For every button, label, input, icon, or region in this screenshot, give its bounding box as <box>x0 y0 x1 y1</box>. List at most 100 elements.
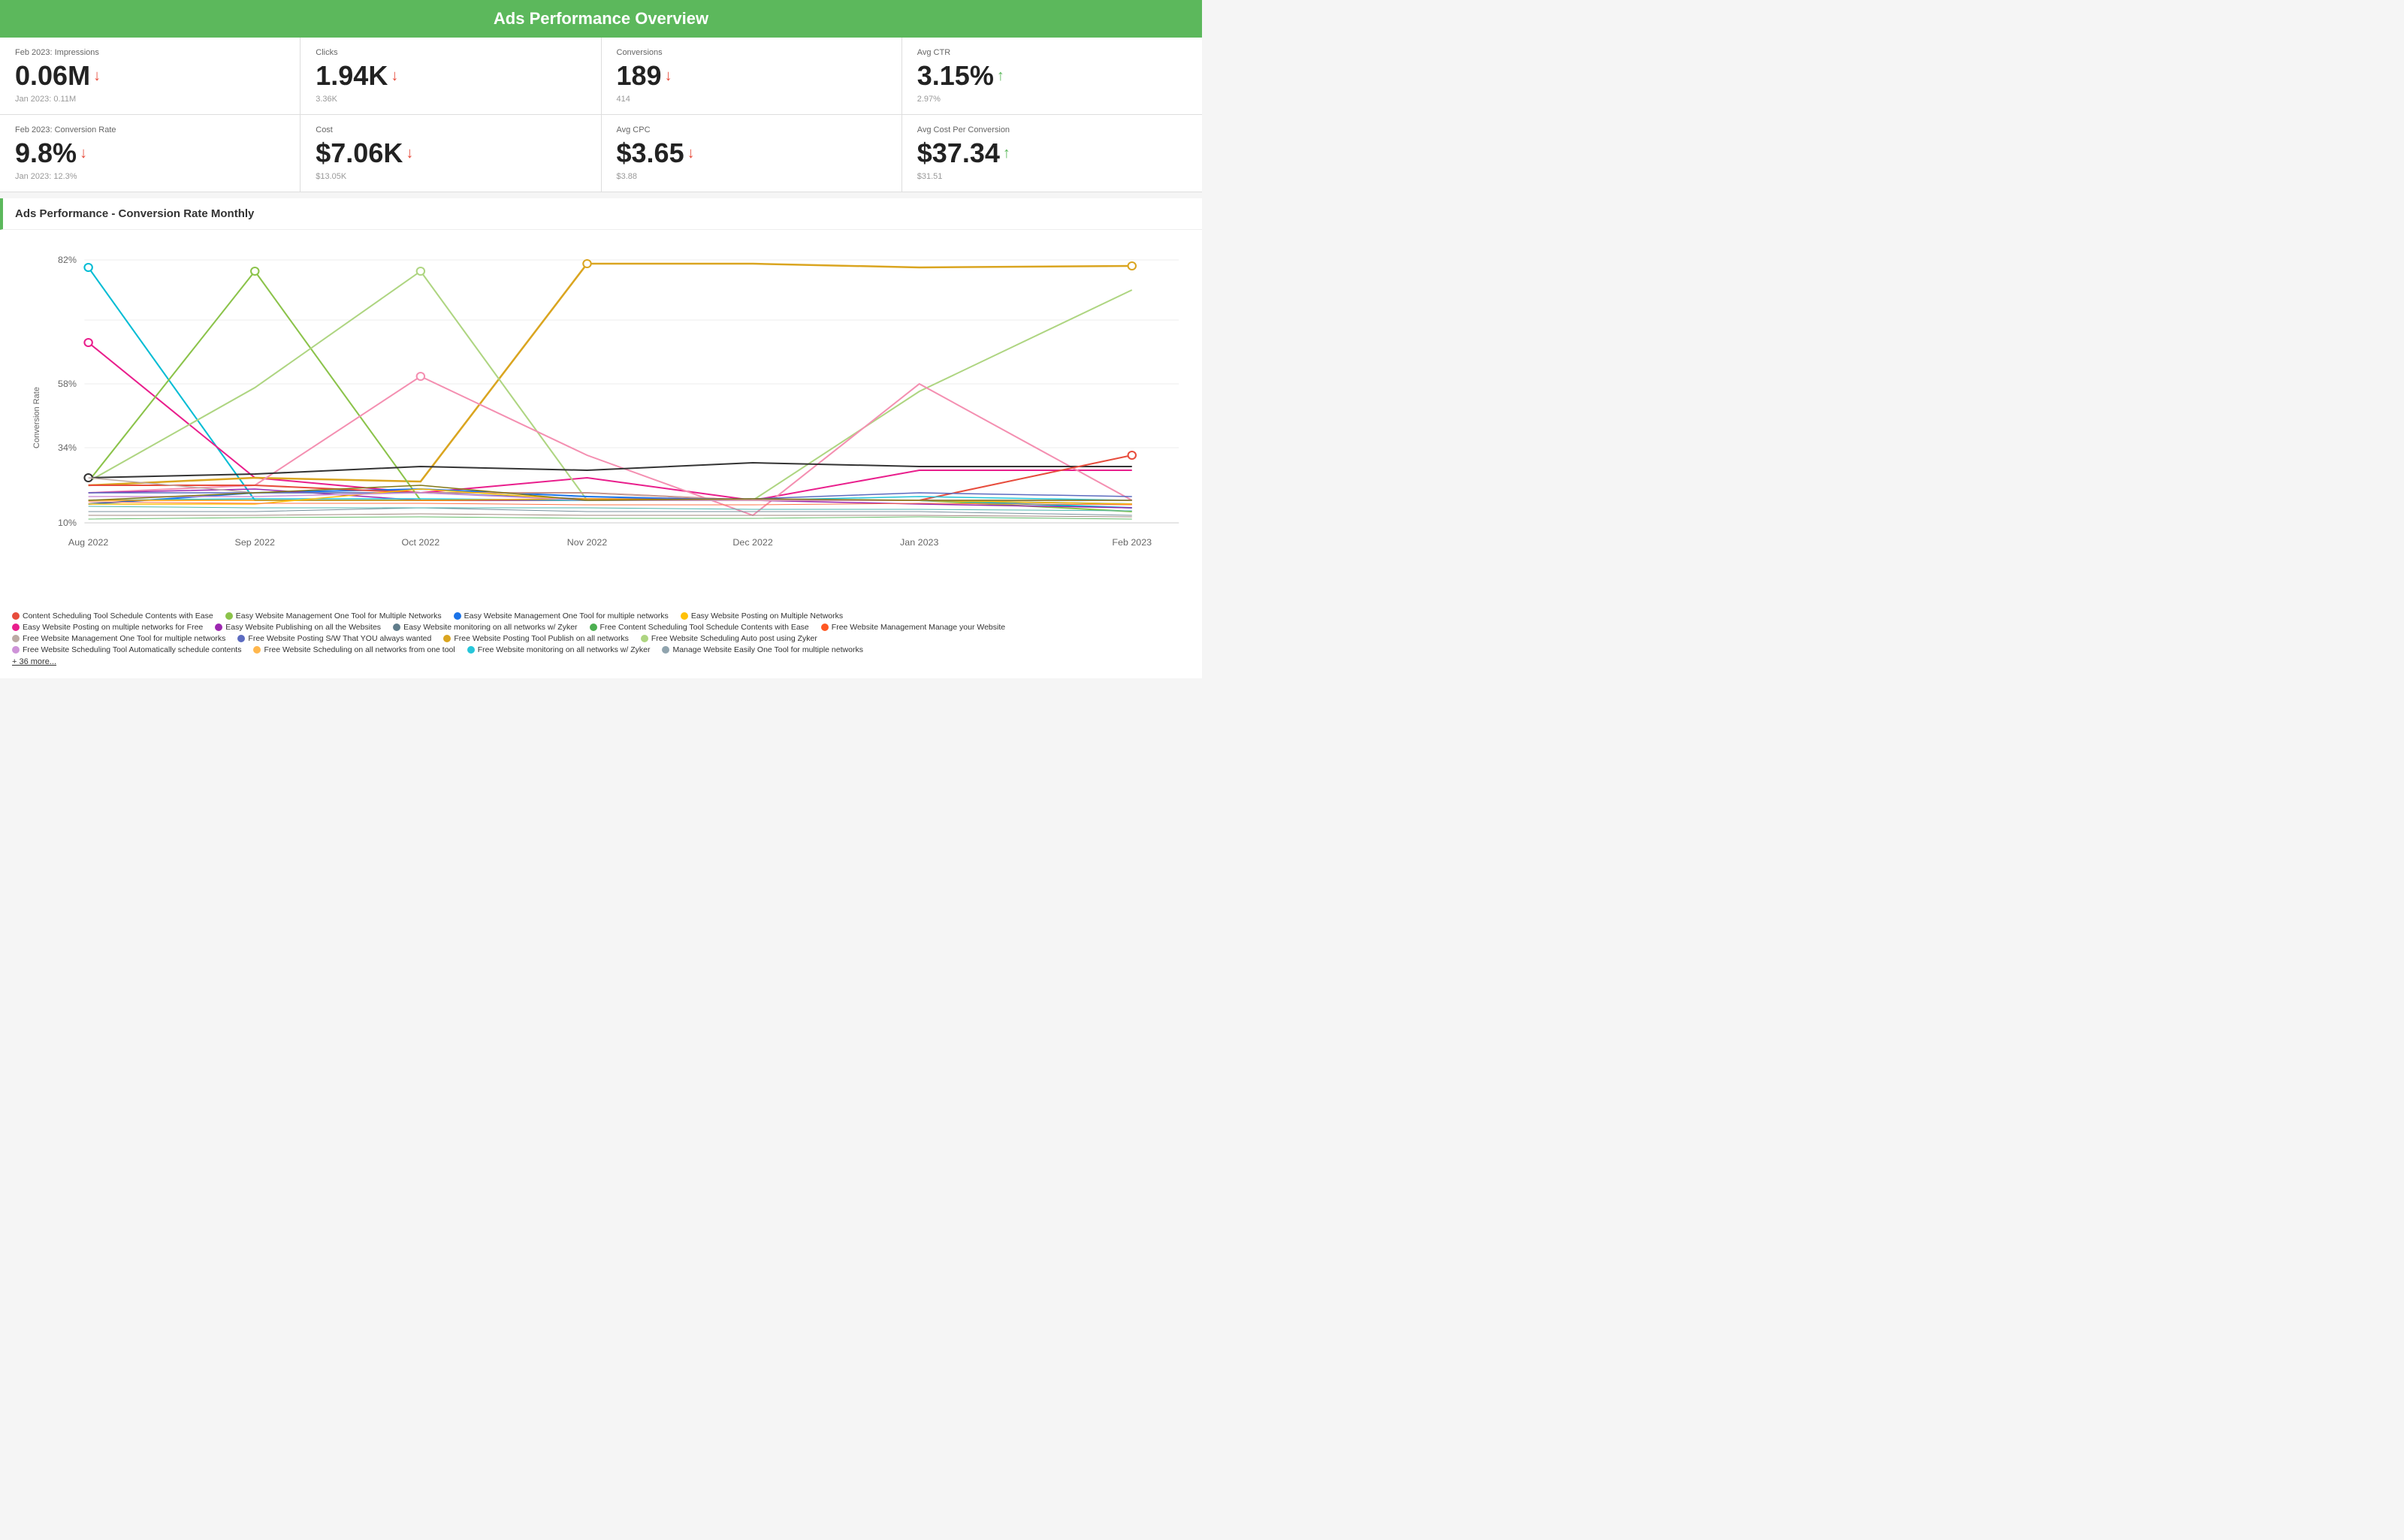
legend-item-11: Free Website Posting Tool Publish on all… <box>443 634 628 643</box>
chart-svg-container: 82% 58% 34% 10% Aug 2022 Sep 2022 Oct 20… <box>38 245 1194 560</box>
metric-conversions-prev: 414 <box>617 95 886 104</box>
legend-label-11: Free Website Posting Tool Publish on all… <box>454 634 628 643</box>
metric-conversions: Conversions 189 ↓ 414 <box>602 38 902 114</box>
metric-avg-cpc: Avg CPC $3.65 ↓ $3.88 <box>602 115 902 192</box>
legend-dot-16 <box>662 646 669 654</box>
conv-rate-arrow: ↓ <box>80 145 87 162</box>
legend-label-10: Free Website Posting S/W That YOU always… <box>248 634 431 643</box>
legend-row-2: Easy Website Posting on multiple network… <box>12 623 1190 632</box>
metric-conv-rate-label: Feb 2023: Conversion Rate <box>15 125 285 134</box>
legend-dot-5 <box>215 624 222 631</box>
legend-label-4: Easy Website Posting on multiple network… <box>23 623 203 632</box>
legend-row-3: Free Website Management One Tool for mul… <box>12 634 1190 643</box>
svg-text:Nov 2022: Nov 2022 <box>567 537 608 548</box>
legend-item-0: Content Scheduling Tool Schedule Content… <box>12 611 213 621</box>
metric-cost-prev: $13.05K <box>316 172 585 181</box>
legend-label-2: Easy Website Management One Tool for mul… <box>464 611 669 621</box>
legend-label-15: Free Website monitoring on all networks … <box>478 645 651 654</box>
legend-dot-6 <box>393 624 400 631</box>
metric-avg-cost-conv-value: $37.34 ↑ <box>917 137 1187 169</box>
metric-avg-ctr-value: 3.15% ↑ <box>917 60 1187 92</box>
avg-cost-conv-arrow: ↑ <box>1003 145 1010 162</box>
metric-clicks-value: 1.94K ↓ <box>316 60 585 92</box>
metric-conv-rate-prev: Jan 2023: 12.3% <box>15 172 285 181</box>
metric-impressions-value: 0.06M ↓ <box>15 60 285 92</box>
legend-label-14: Free Website Scheduling on all networks … <box>264 645 455 654</box>
metric-impressions-prev: Jan 2023: 0.11M <box>15 95 285 104</box>
more-link[interactable]: + 36 more... <box>12 657 1190 666</box>
legend-item-14: Free Website Scheduling on all networks … <box>253 645 455 654</box>
chart-y-label: Conversion Rate <box>32 387 41 448</box>
metric-avg-cpc-value: $3.65 ↓ <box>617 137 886 169</box>
metrics-row-1: Feb 2023: Impressions 0.06M ↓ Jan 2023: … <box>0 38 1202 115</box>
metric-avg-ctr-prev: 2.97% <box>917 95 1187 104</box>
legend-dot-1 <box>225 612 233 620</box>
metric-avg-ctr: Avg CTR 3.15% ↑ 2.97% <box>902 38 1202 114</box>
metric-conversions-label: Conversions <box>617 48 886 57</box>
legend-item-1: Easy Website Management One Tool for Mul… <box>225 611 442 621</box>
legend-dot-11 <box>443 635 451 642</box>
metrics-row-2: Feb 2023: Conversion Rate 9.8% ↓ Jan 202… <box>0 115 1202 192</box>
svg-text:Sep 2022: Sep 2022 <box>235 537 276 548</box>
legend-label-3: Easy Website Posting on Multiple Network… <box>691 611 843 621</box>
legend-label-16: Manage Website Easily One Tool for multi… <box>672 645 862 654</box>
legend-item-3: Easy Website Posting on Multiple Network… <box>681 611 843 621</box>
legend-dot-4 <box>12 624 20 631</box>
chart-area: Conversion Rate 82% 58% 34% 10% Aug 2022… <box>0 230 1202 605</box>
metric-clicks-label: Clicks <box>316 48 585 57</box>
legend-dot-0 <box>12 612 20 620</box>
legend-label-1: Easy Website Management One Tool for Mul… <box>236 611 442 621</box>
metric-conv-rate: Feb 2023: Conversion Rate 9.8% ↓ Jan 202… <box>0 115 300 192</box>
cost-arrow: ↓ <box>406 145 413 162</box>
legend-dot-2 <box>454 612 461 620</box>
legend-label-12: Free Website Scheduling Auto post using … <box>651 634 817 643</box>
metric-clicks: Clicks 1.94K ↓ 3.36K <box>300 38 601 114</box>
svg-text:Aug 2022: Aug 2022 <box>68 537 109 548</box>
legend-item-10: Free Website Posting S/W That YOU always… <box>237 634 431 643</box>
metric-cost-value: $7.06K ↓ <box>316 137 585 169</box>
legend-dot-9 <box>12 635 20 642</box>
metric-impressions: Feb 2023: Impressions 0.06M ↓ Jan 2023: … <box>0 38 300 114</box>
legend-label-8: Free Website Management Manage your Webs… <box>832 623 1005 632</box>
page-title: Ads Performance Overview <box>494 9 708 28</box>
metric-cost: Cost $7.06K ↓ $13.05K <box>300 115 601 192</box>
clicks-arrow: ↓ <box>391 68 398 85</box>
legend-label-5: Easy Website Publishing on all the Websi… <box>225 623 381 632</box>
legend-item-4: Easy Website Posting on multiple network… <box>12 623 203 632</box>
legend-label-13: Free Website Scheduling Tool Automatical… <box>23 645 241 654</box>
legend-item-9: Free Website Management One Tool for mul… <box>12 634 225 643</box>
metric-conv-rate-value: 9.8% ↓ <box>15 137 285 169</box>
legend-dot-3 <box>681 612 688 620</box>
metric-cost-label: Cost <box>316 125 585 134</box>
svg-text:Dec 2022: Dec 2022 <box>732 537 773 548</box>
legend-dot-8 <box>821 624 829 631</box>
legend-label-9: Free Website Management One Tool for mul… <box>23 634 225 643</box>
legend-dot-13 <box>12 646 20 654</box>
svg-text:34%: 34% <box>58 442 77 453</box>
avg-ctr-arrow: ↑ <box>997 68 1004 85</box>
svg-text:10%: 10% <box>58 518 77 528</box>
metric-conversions-value: 189 ↓ <box>617 60 886 92</box>
conversions-arrow: ↓ <box>665 68 672 85</box>
avg-cpc-arrow: ↓ <box>687 145 695 162</box>
metric-avg-cost-conv-prev: $31.51 <box>917 172 1187 181</box>
legend-item-13: Free Website Scheduling Tool Automatical… <box>12 645 241 654</box>
legend-area: Content Scheduling Tool Schedule Content… <box>0 605 1202 678</box>
legend-item-5: Easy Website Publishing on all the Websi… <box>215 623 381 632</box>
svg-text:Oct 2022: Oct 2022 <box>402 537 440 548</box>
metric-impressions-label: Feb 2023: Impressions <box>15 48 285 57</box>
legend-dot-12 <box>641 635 648 642</box>
metric-avg-cpc-label: Avg CPC <box>617 125 886 134</box>
legend-label-6: Easy Website monitoring on all networks … <box>403 623 577 632</box>
legend-item-16: Manage Website Easily One Tool for multi… <box>662 645 862 654</box>
legend-item-7: Free Content Scheduling Tool Schedule Co… <box>590 623 809 632</box>
legend-label-0: Content Scheduling Tool Schedule Content… <box>23 611 213 621</box>
svg-text:82%: 82% <box>58 255 77 265</box>
svg-text:Jan 2023: Jan 2023 <box>900 537 939 548</box>
chart-section-title: Ads Performance - Conversion Rate Monthl… <box>0 198 1202 230</box>
legend-dot-10 <box>237 635 245 642</box>
svg-text:Feb 2023: Feb 2023 <box>1112 537 1152 548</box>
metric-avg-ctr-label: Avg CTR <box>917 48 1187 57</box>
legend-dot-7 <box>590 624 597 631</box>
svg-text:58%: 58% <box>58 379 77 389</box>
